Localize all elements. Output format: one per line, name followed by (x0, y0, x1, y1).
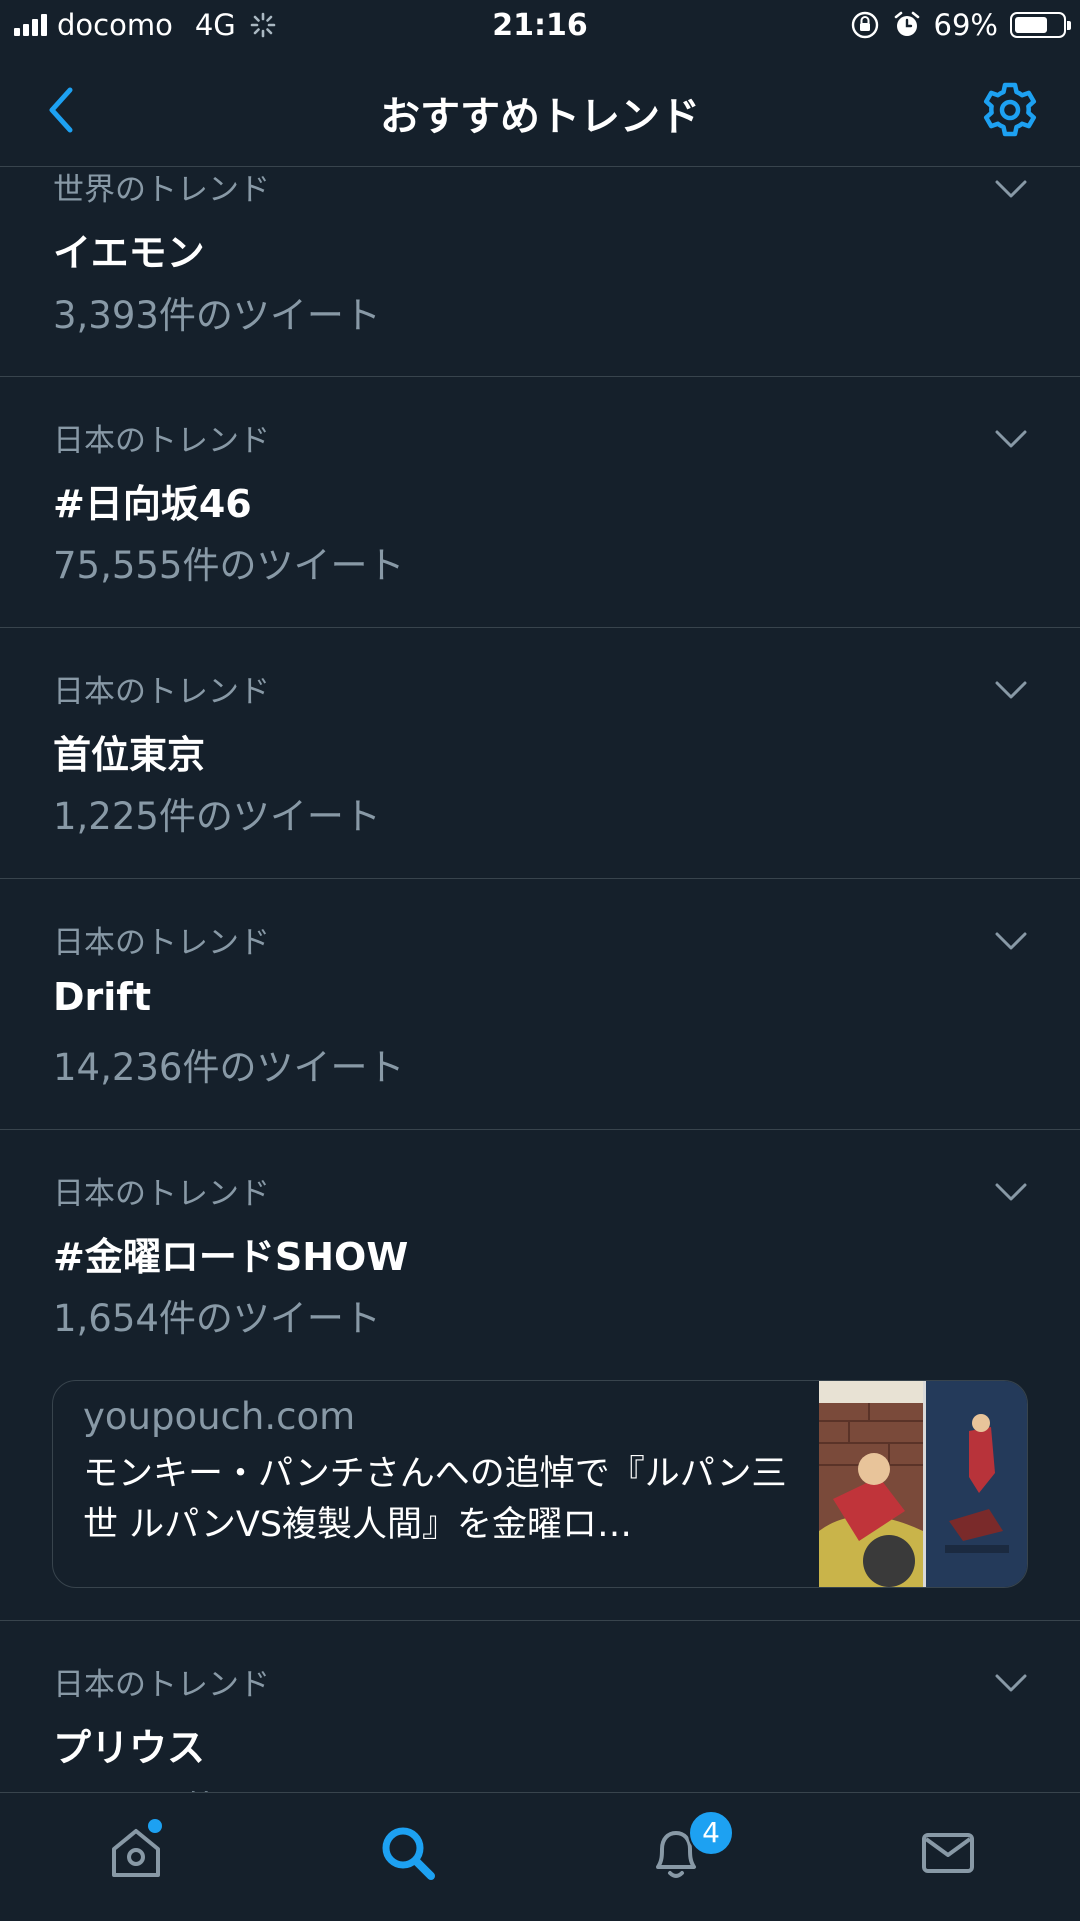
chevron-down-icon[interactable] (994, 1182, 1028, 1202)
battery-nub (1067, 21, 1071, 30)
battery-percent: 69% (933, 8, 998, 42)
chevron-down-icon[interactable] (994, 179, 1028, 199)
link-card-domain: youpouch.com (83, 1395, 356, 1438)
trend-item[interactable]: 日本のトレンド 首位東京 1,225件のツイート (0, 628, 1080, 879)
trend-name: イエモン (53, 231, 205, 275)
trend-item[interactable]: 日本のトレンド Drift 14,236件のツイート (0, 879, 1080, 1130)
trend-name: #金曜ロードSHOW (53, 1235, 409, 1279)
trend-name: 首位東京 (53, 733, 206, 777)
trend-context: 日本のトレンド (53, 1176, 270, 1212)
chevron-down-icon[interactable] (994, 1673, 1028, 1693)
chevron-down-icon[interactable] (994, 680, 1028, 700)
trend-item[interactable]: 日本のトレンド #金曜ロードSHOW 1,654件のツイート youpouch.… (0, 1130, 1080, 1621)
link-card-text: モンキー・パンチさんへの追悼で『ルパン三世 ルパンVS複製人間』を金曜ロ… (83, 1454, 787, 1545)
trend-name: #日向坂46 (53, 482, 252, 526)
chevron-down-icon[interactable] (994, 429, 1028, 449)
trend-context: 日本のトレンド (53, 1667, 270, 1703)
gear-icon[interactable] (980, 80, 1040, 140)
trend-tweet-count: 3,393件のツイート (53, 294, 381, 337)
notification-badge: 4 (688, 1810, 734, 1856)
link-card-thumbnail (819, 1381, 1027, 1587)
battery-icon (1010, 12, 1071, 38)
trend-context: 日本のトレンド (53, 423, 270, 459)
status-bar: docomo 4G 21:16 69% (0, 0, 1080, 54)
trend-name: Drift (53, 975, 152, 1019)
alarm-icon (894, 11, 919, 36)
trend-tweet-count: 1,654件のツイート (53, 1297, 381, 1340)
trend-list: 世界のトレンド イエモン 3,393件のツイート 日本のトレンド #日向坂46 … (0, 167, 1080, 1792)
search-icon[interactable] (378, 1823, 438, 1883)
trend-tweet-count: 1,225件のツイート (53, 795, 381, 838)
status-right: 69% (850, 8, 1071, 42)
battery-fill (1015, 17, 1047, 33)
orientation-lock-icon (851, 11, 878, 39)
link-card[interactable]: youpouch.com モンキー・パンチさんへの追悼で『ルパン三世 ルパンVS… (52, 1380, 1028, 1588)
trend-tweet-count: 75,555件のツイート (53, 544, 405, 587)
trend-context: 世界のトレンド (53, 172, 270, 208)
trend-tweet-count: 55,259件のツイート (53, 1779, 404, 1792)
navigation-header: おすすめトレンド (0, 54, 1080, 167)
page-title: おすすめトレンド (380, 94, 700, 140)
trend-name: プリウス (53, 1726, 206, 1770)
messages-icon[interactable] (918, 1823, 978, 1883)
trend-context: 日本のトレンド (53, 674, 270, 710)
trend-context: 日本のトレンド (53, 925, 270, 961)
home-new-indicator (148, 1819, 162, 1833)
trend-item[interactable]: 日本のトレンド #日向坂46 75,555件のツイート (0, 377, 1080, 628)
chevron-down-icon[interactable] (994, 931, 1028, 951)
trend-item[interactable]: 世界のトレンド イエモン 3,393件のツイート (0, 167, 1080, 377)
trend-item[interactable]: 日本のトレンド プリウス 55,259件のツイート (0, 1621, 1080, 1792)
trend-tweet-count: 14,236件のツイート (53, 1046, 405, 1089)
tab-bar (0, 1792, 1080, 1921)
